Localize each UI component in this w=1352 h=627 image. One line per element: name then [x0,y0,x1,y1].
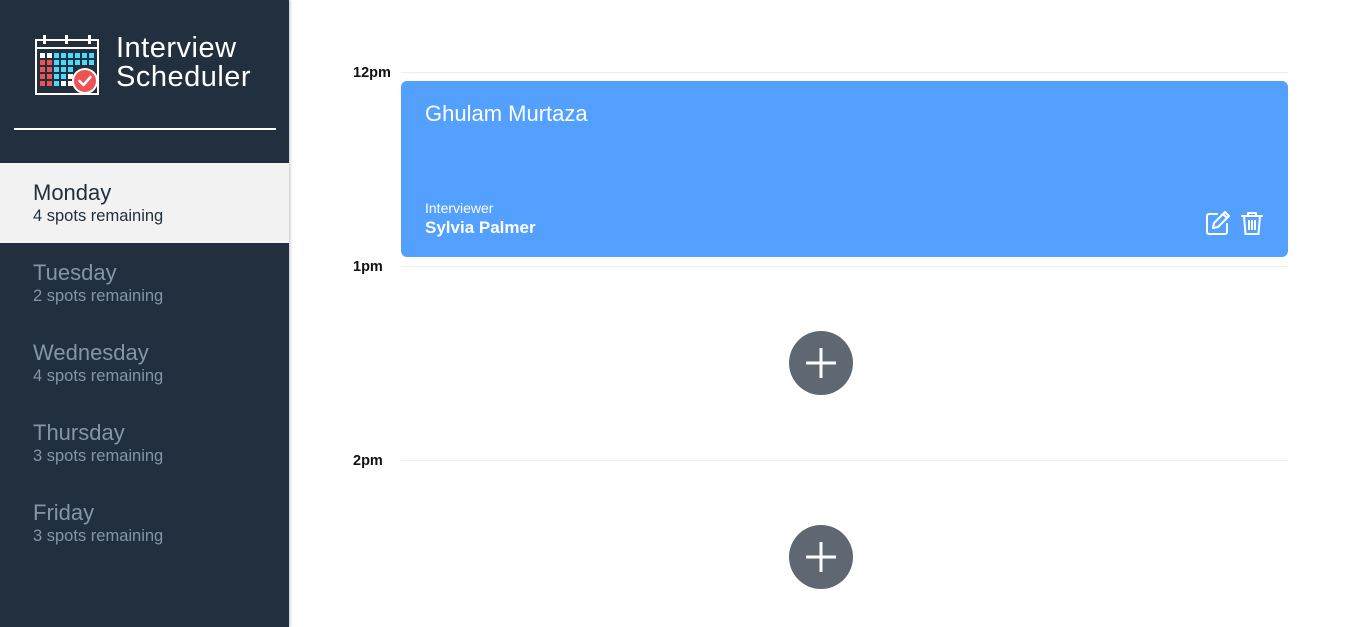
app: Interview Scheduler Monday 4 spots remai… [0,0,1352,627]
interviewer-label: Interviewer [425,200,494,216]
delete-button[interactable] [1238,209,1266,237]
day-name: Thursday [33,420,125,445]
plus-icon [806,348,836,378]
plus-icon [806,542,836,572]
edit-icon [1206,211,1230,235]
day-name: Monday [33,180,112,205]
app-title-line2: Scheduler [116,61,252,93]
student-name: Ghulam Murtaza [425,101,588,126]
day-item-tuesday[interactable]: Tuesday 2 spots remaining [0,243,289,323]
sidebar: Interview Scheduler Monday 4 spots remai… [0,0,289,627]
time-label-12pm: 12pm [353,65,391,81]
time-divider [401,460,1288,461]
add-appointment-button[interactable] [789,525,853,589]
appointment-actions [1204,209,1266,237]
day-spots: 4 spots remaining [33,207,164,225]
day-item-wednesday[interactable]: Wednesday 4 spots remaining [0,323,289,403]
appointment-card: Ghulam Murtaza Interviewer Sylvia Palmer [401,81,1288,257]
app-title-line1: Interview [116,32,237,64]
time-label-2pm: 2pm [353,453,383,469]
time-divider [401,72,1288,73]
day-name: Wednesday [33,340,149,365]
trash-icon [1241,212,1263,235]
time-divider [401,266,1288,267]
schedule: 12pm Ghulam Murtaza Interviewer Sylvia P… [289,0,1352,627]
day-spots: 2 spots remaining [33,287,164,305]
edit-button[interactable] [1204,209,1232,237]
time-label-1pm: 1pm [353,259,383,275]
add-appointment-button[interactable] [789,331,853,395]
day-spots: 3 spots remaining [33,447,164,465]
day-name: Friday [33,500,95,525]
app-title: Interview Scheduler [116,34,251,92]
interviewer-name: Sylvia Palmer [425,218,536,237]
day-spots: 3 spots remaining [33,527,164,545]
day-name: Tuesday [33,260,117,285]
day-item-friday[interactable]: Friday 3 spots remaining [0,483,289,563]
sidebar-divider [14,128,276,130]
day-item-monday[interactable]: Monday 4 spots remaining [0,163,289,243]
day-item-thursday[interactable]: Thursday 3 spots remaining [0,403,289,483]
day-spots: 4 spots remaining [33,367,164,385]
calendar-check-icon [35,35,99,95]
day-list: Monday 4 spots remaining Tuesday 2 spots… [0,163,289,563]
